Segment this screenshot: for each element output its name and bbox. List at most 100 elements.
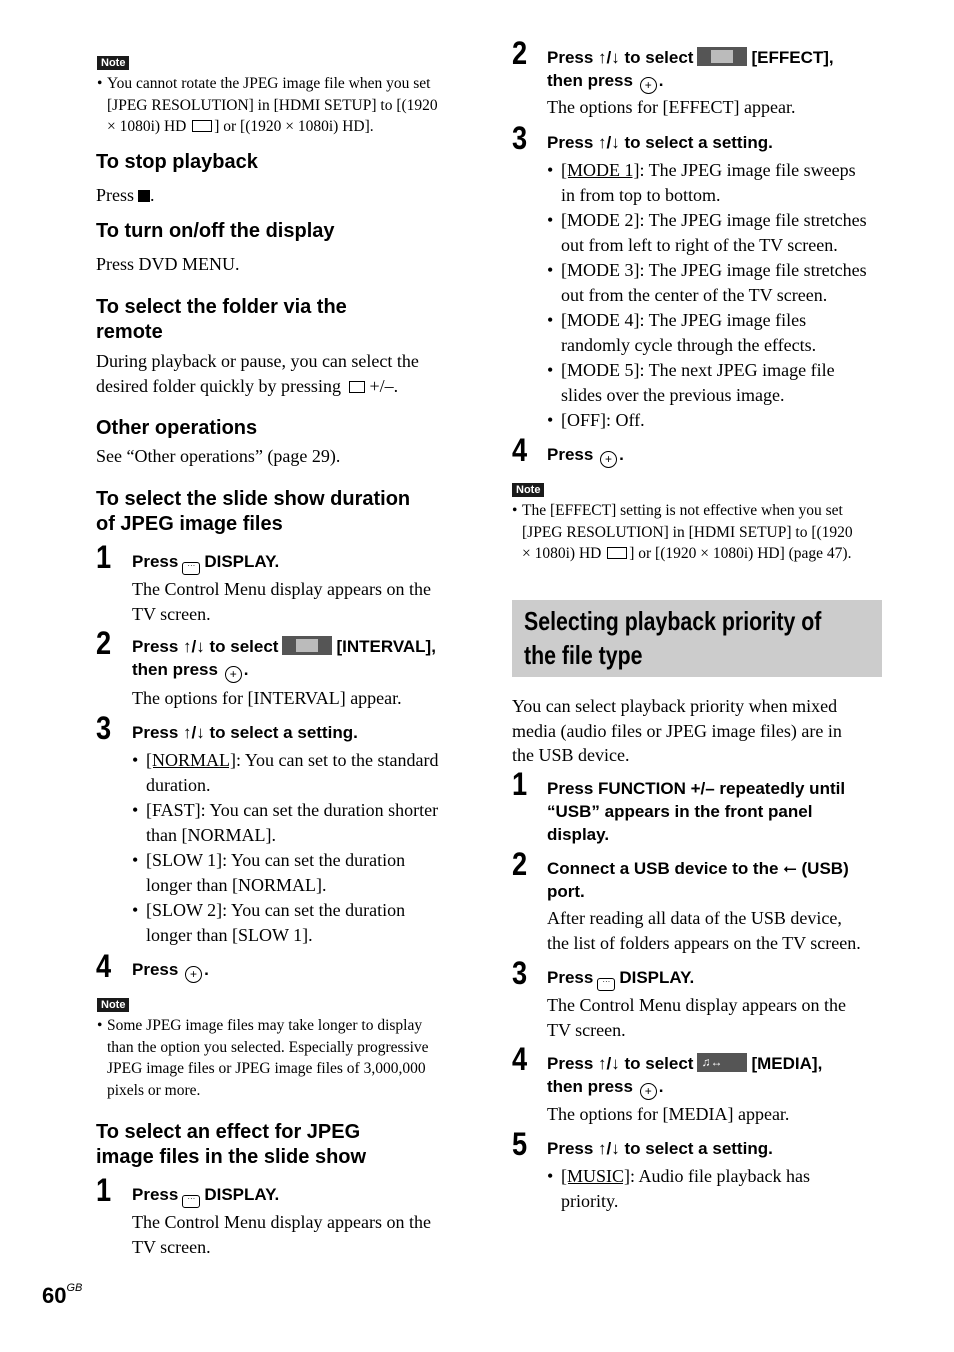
step-body: The options for [EFFECT] appear.: [547, 97, 796, 117]
item-line: in from top to bottom.: [561, 184, 721, 205]
text-line: TV screen.: [132, 1236, 211, 1257]
interval-menu-icon: [282, 636, 333, 655]
note-line: The [EFFECT] setting is not effective wh…: [522, 502, 843, 519]
item-line: [MODE 2]: The JPEG image file stretches: [561, 210, 867, 230]
option-name: [NORMAL]: [146, 750, 236, 770]
step-number: 1: [512, 766, 528, 802]
note-line: pixels or more.: [107, 1081, 201, 1099]
note-fragment: ] or [(1920 × 1080i) HD].: [214, 118, 374, 135]
bullet: •: [547, 360, 554, 380]
step-heading: Press ↑/↓ to select a setting.: [547, 133, 773, 152]
note-fragment: × 1080i) HD: [522, 545, 602, 562]
item-line: out from the center of the TV screen.: [561, 284, 828, 305]
option-list: • [MODE 1]: The JPEG image file sweeps in …: [547, 158, 892, 433]
note-text: • Some JPEG image files may take longer …: [97, 1015, 469, 1101]
option-desc: : Audio file playback has: [630, 1166, 810, 1186]
item-line: [MODE 5]: The next JPEG image file: [561, 360, 835, 380]
step-heading: Press ··· DISPLAY.: [547, 966, 694, 991]
heading-line: remote: [96, 321, 163, 343]
other-text: See “Other operations” (page 29).: [96, 446, 341, 466]
step-heading-line: then press +.: [132, 660, 249, 683]
note-line: JPEG image files or JPEG image files of …: [107, 1060, 426, 1077]
enter-button-icon: +: [224, 666, 242, 683]
step-heading-text: Press ↑/↓ to select: [547, 48, 694, 67]
stop-text-label: Press: [96, 185, 135, 205]
text-line: TV screen.: [547, 1019, 626, 1040]
list-item: • [SLOW 2]: You can set the duration longe…: [132, 898, 477, 947]
text-line: The Control Menu display appears on the: [132, 1212, 431, 1232]
text-line: desired folder quickly by pressing +/–.: [96, 374, 476, 399]
enter-button-icon: +: [639, 77, 657, 94]
list-item: • [MODE 1]: The JPEG image file sweeps in …: [547, 158, 892, 207]
enter-button-icon: +: [600, 451, 618, 468]
step-heading-line: Press ↑/↓ to select ♫↔ [MEDIA],: [547, 1052, 892, 1075]
display-text: Press DVD MENU.: [96, 254, 240, 274]
note-text: • The [EFFECT] setting is not effective …: [512, 500, 892, 565]
step-heading-text: then press: [547, 1077, 633, 1096]
step-number: 2: [512, 846, 528, 882]
list-item: • [MODE 4]: The JPEG image files randomly …: [547, 308, 892, 357]
step-heading-text: then press: [132, 660, 218, 679]
step-heading-line: port.: [547, 882, 585, 901]
step-heading-text: Press: [547, 968, 594, 987]
step-heading: Press ··· DISPLAY.: [132, 1183, 279, 1208]
step-body: The Control Menu display appears on the …: [132, 1210, 431, 1259]
item-line: [OFF]: Off.: [561, 410, 645, 430]
media-menu-icon: ♫↔: [697, 1053, 748, 1072]
page-number-value: 60: [42, 1283, 67, 1308]
hd-box-icon: [607, 547, 628, 559]
text-line: TV screen.: [132, 603, 211, 624]
step-heading: Press +.: [132, 960, 209, 983]
heading-line: To select the folder via the: [96, 296, 347, 318]
step-heading-text: [INTERVAL],: [336, 637, 436, 656]
step-heading-line: Press ↑/↓ to select [INTERVAL],: [132, 635, 477, 658]
item-line: [SLOW 1]: You can set the duration: [146, 850, 406, 870]
step-heading-text: Press: [132, 960, 179, 979]
bullet: •: [547, 410, 554, 430]
heading-line: To select the slide show duration: [96, 488, 411, 510]
option-name: [MUSIC]: [561, 1166, 631, 1186]
step-body: The options for [MEDIA] appear.: [547, 1104, 790, 1124]
folder-text: During playback or pause, you can select…: [96, 349, 476, 398]
note-text: • You cannot rotate the JPEG image file …: [97, 73, 469, 138]
option-list: • [NORMAL]: You can set to the standard du…: [132, 748, 477, 947]
item-line: [MODE 1]: The JPEG image file sweeps: [547, 158, 892, 183]
bullet: •: [547, 160, 554, 180]
list-item: • [MUSIC]: Audio file playback has priorit…: [547, 1164, 892, 1213]
bullet: •: [132, 800, 139, 820]
section-banner: Selecting playback priority of the file …: [512, 600, 882, 677]
step-heading-line: then press +.: [547, 71, 664, 94]
bullet: •: [547, 1166, 554, 1186]
bullet: •: [97, 1017, 103, 1034]
step-heading-line: Press ↑/↓ to select [EFFECT],: [547, 46, 892, 69]
step-heading-line: “USB” appears in the front panel: [547, 802, 813, 821]
step-heading-text: Press ↑/↓ to select: [132, 637, 279, 656]
step-heading: Press ↑/↓ to select a setting.: [132, 723, 358, 742]
note-line: You cannot rotate the JPEG image file wh…: [107, 75, 431, 92]
step-body: The Control Menu display appears on the …: [547, 993, 846, 1042]
step-number: 3: [512, 955, 528, 991]
text-line: the USB device.: [512, 745, 630, 765]
note-line: × 1080i) HD ] or [(1920 × 1080i) HD] (pa…: [512, 543, 892, 565]
step-number: 1: [96, 1172, 112, 1208]
display-button-icon: ···: [182, 562, 201, 575]
bullet: •: [547, 260, 554, 280]
step-heading-text: Press: [547, 445, 594, 464]
heading-line: of JPEG image files: [96, 513, 283, 535]
step-number: 4: [96, 948, 112, 984]
step-number: 2: [512, 35, 528, 71]
step-heading-text: [MEDIA],: [751, 1054, 823, 1073]
list-item: • [NORMAL]: You can set to the standard du…: [132, 748, 477, 797]
note-line: Some JPEG image files may take longer to…: [107, 1017, 423, 1034]
step-heading: Press ↑/↓ to select ♫↔ [MEDIA], then press…: [547, 1052, 892, 1100]
note-fragment: ] or [(1920 × 1080i) HD] (page 47).: [629, 545, 852, 562]
step-heading-text: (USB): [801, 859, 849, 878]
list-item: • [OFF]: Off.: [547, 408, 892, 433]
note-line: [JPEG RESOLUTION] in [HDMI SETUP] to [(1…: [522, 523, 853, 541]
bullet: •: [512, 502, 518, 519]
note-line: [JPEG RESOLUTION] in [HDMI SETUP] to [(1…: [107, 96, 438, 114]
item-line: [MODE 3]: The JPEG image file stretches: [561, 260, 867, 280]
item-line: longer than [SLOW 1].: [146, 924, 313, 945]
list-item: • [FAST]: You can set the duration shorte…: [132, 798, 477, 847]
note-tag: Note: [97, 998, 130, 1012]
